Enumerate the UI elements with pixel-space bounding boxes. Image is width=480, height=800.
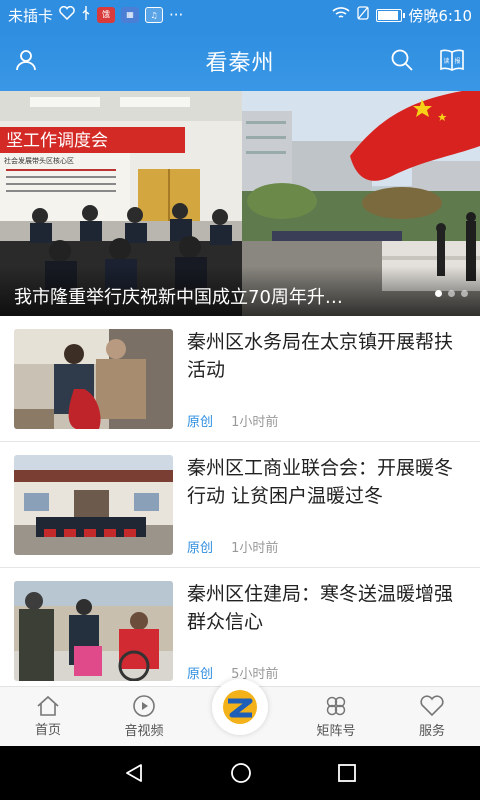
calendar-icon: ▦ [121, 7, 140, 23]
news-item[interactable]: 秦州区水务局在太京镇开展帮扶活动 原创 1小时前 [0, 316, 480, 442]
home-circle-icon[interactable] [230, 762, 252, 784]
system-nav-bar [0, 746, 480, 800]
nav-video[interactable]: 音视频 [96, 687, 192, 746]
music-icon: ♫ [145, 7, 164, 23]
user-profile-button[interactable] [10, 44, 42, 76]
carrier-label: 未插卡 [8, 6, 54, 25]
wifi-icon [332, 6, 350, 24]
nav-matrix-label: 矩阵号 [316, 724, 356, 739]
news-meta: 原创 1小时前 [187, 537, 278, 556]
news-thumbnail [14, 581, 173, 681]
usb-icon [81, 5, 91, 25]
read-newspaper-button[interactable]: 读报 [436, 44, 468, 76]
news-tag: 原创 [187, 415, 214, 430]
search-icon [391, 49, 413, 71]
carousel-caption[interactable]: 我市隆重举行庆祝新中国成立70周年升… [0, 266, 480, 316]
back-triangle-icon[interactable] [123, 762, 145, 784]
news-tag: 原创 [187, 541, 214, 556]
news-item[interactable]: 秦州区住建局：寒冬送温暖增强群众信心 原创 5小时前 [0, 568, 480, 686]
news-title: 秦州区住建局：寒冬送温暖增强群众信心 [187, 583, 454, 633]
carousel-dot[interactable] [461, 290, 468, 297]
nav-video-label: 音视频 [124, 724, 164, 739]
home-icon [37, 695, 59, 716]
carousel-dots [435, 290, 468, 297]
news-tag: 原创 [187, 667, 214, 682]
svg-text:读: 读 [443, 57, 449, 65]
bottom-nav: 首页 音视频 矩阵号 服务 [0, 679, 480, 746]
heart-icon [59, 5, 75, 24]
status-bar: 未插卡 饿 ▦ ♫ ··· 傍晚6:10 [0, 0, 480, 30]
news-meta: 原创 1小时前 [187, 411, 278, 430]
news-thumbnail [14, 455, 173, 555]
nav-home[interactable]: 首页 [0, 687, 96, 746]
news-thumbnail [14, 329, 173, 429]
newspaper-book-icon: 读报 [440, 49, 464, 71]
carousel-caption-text: 我市隆重举行庆祝新中国成立70周年升… [14, 287, 343, 308]
recents-square-icon[interactable] [337, 763, 357, 783]
status-right: 傍晚6:10 [332, 5, 472, 26]
nav-center [192, 679, 288, 746]
nav-home-label: 首页 [34, 723, 61, 738]
nav-matrix[interactable]: 矩阵号 [288, 687, 384, 746]
clover-icon [326, 696, 346, 716]
carousel-dot[interactable] [435, 290, 442, 297]
search-button[interactable] [386, 44, 418, 76]
news-item[interactable]: 秦州区工商业联合会：开展暖冬行动 让贫困户温暖过冬 原创 1小时前 [0, 442, 480, 568]
svg-text:报: 报 [454, 57, 460, 65]
clock-label: 傍晚6:10 [408, 6, 472, 25]
app-header: 看秦州 读报 [0, 30, 480, 91]
heart-outline-icon [420, 695, 444, 717]
app-logo-icon [223, 690, 257, 724]
nav-service[interactable]: 服务 [384, 687, 480, 746]
app-root: 未插卡 饿 ▦ ♫ ··· 傍晚6:10 看秦州 读 报 坚工作调度会 社会发展… [0, 0, 480, 800]
battery-icon [376, 8, 406, 22]
carousel-dot[interactable] [448, 290, 455, 297]
more-notifications-icon: ··· [169, 6, 184, 24]
status-left: 未插卡 饿 ▦ ♫ ··· [8, 5, 183, 26]
banner-subtext: 社会发展带头区核心区 [4, 156, 74, 165]
news-time: 1小时前 [231, 415, 279, 430]
app-badge-icon: 饿 [97, 7, 116, 23]
page-title: 看秦州 [205, 50, 275, 76]
news-time: 1小时前 [231, 541, 279, 556]
news-title: 秦州区水务局在太京镇开展帮扶活动 [187, 331, 454, 381]
user-icon [16, 50, 36, 71]
play-circle-icon [133, 695, 155, 717]
sim-off-icon [356, 5, 370, 25]
news-list: 秦州区水务局在太京镇开展帮扶活动 原创 1小时前 秦州区工商业联合会：开展暖冬行… [0, 316, 480, 686]
nav-service-label: 服务 [418, 724, 445, 739]
banner-text: 坚工作调度会 [6, 131, 108, 151]
app-logo-button[interactable] [212, 679, 268, 735]
news-title: 秦州区工商业联合会：开展暖冬行动 让贫困户温暖过冬 [187, 457, 454, 507]
headline-carousel[interactable]: 坚工作调度会 社会发展带头区核心区 我市隆重举行庆祝新中国成立70周年升… [0, 91, 480, 316]
